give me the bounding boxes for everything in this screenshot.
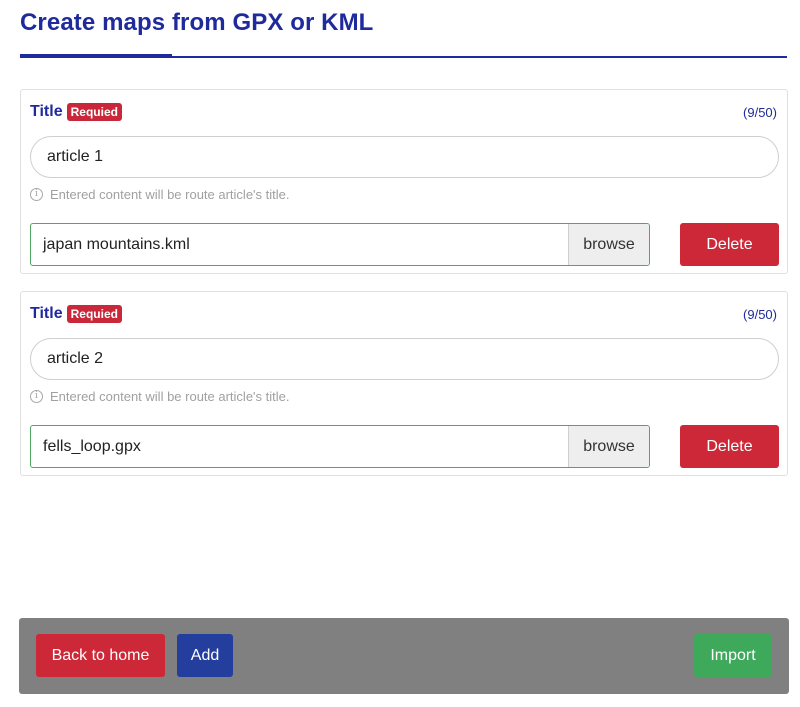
title-hint: i Entered content will be route article'… [30, 187, 290, 202]
info-icon: i [30, 390, 43, 403]
required-badge: Requied [66, 103, 122, 121]
file-picker: fells_loop.gpx browse [30, 425, 650, 468]
back-to-home-button[interactable]: Back to home [36, 634, 165, 677]
title-underline-accent [20, 54, 172, 58]
required-badge: Requied [66, 305, 122, 323]
field-header: Title Requied [30, 305, 122, 323]
info-icon: i [30, 188, 43, 201]
hint-text: Entered content will be route article's … [50, 187, 290, 202]
title-field-label: Title [30, 103, 63, 120]
title-input[interactable] [30, 136, 779, 178]
browse-button[interactable]: browse [568, 426, 649, 467]
delete-button[interactable]: Delete [680, 425, 779, 468]
page-title: Create maps from GPX or KML [20, 9, 374, 36]
character-counter: (9/50) [743, 105, 777, 120]
title-hint: i Entered content will be route article'… [30, 389, 290, 404]
route-entry-card: Title Requied (9/50) i Entered content w… [20, 89, 788, 274]
file-name-field[interactable]: japan mountains.kml [31, 224, 568, 265]
action-bar: Back to home Add Import [19, 618, 789, 694]
hint-text: Entered content will be route article's … [50, 389, 290, 404]
field-header: Title Requied [30, 103, 122, 121]
title-field-label: Title [30, 305, 63, 322]
file-name-field[interactable]: fells_loop.gpx [31, 426, 568, 467]
character-counter: (9/50) [743, 307, 777, 322]
browse-button[interactable]: browse [568, 224, 649, 265]
import-button[interactable]: Import [694, 634, 772, 677]
title-input[interactable] [30, 338, 779, 380]
route-entry-card: Title Requied (9/50) i Entered content w… [20, 291, 788, 476]
delete-button[interactable]: Delete [680, 223, 779, 266]
add-button[interactable]: Add [177, 634, 233, 677]
file-picker: japan mountains.kml browse [30, 223, 650, 266]
